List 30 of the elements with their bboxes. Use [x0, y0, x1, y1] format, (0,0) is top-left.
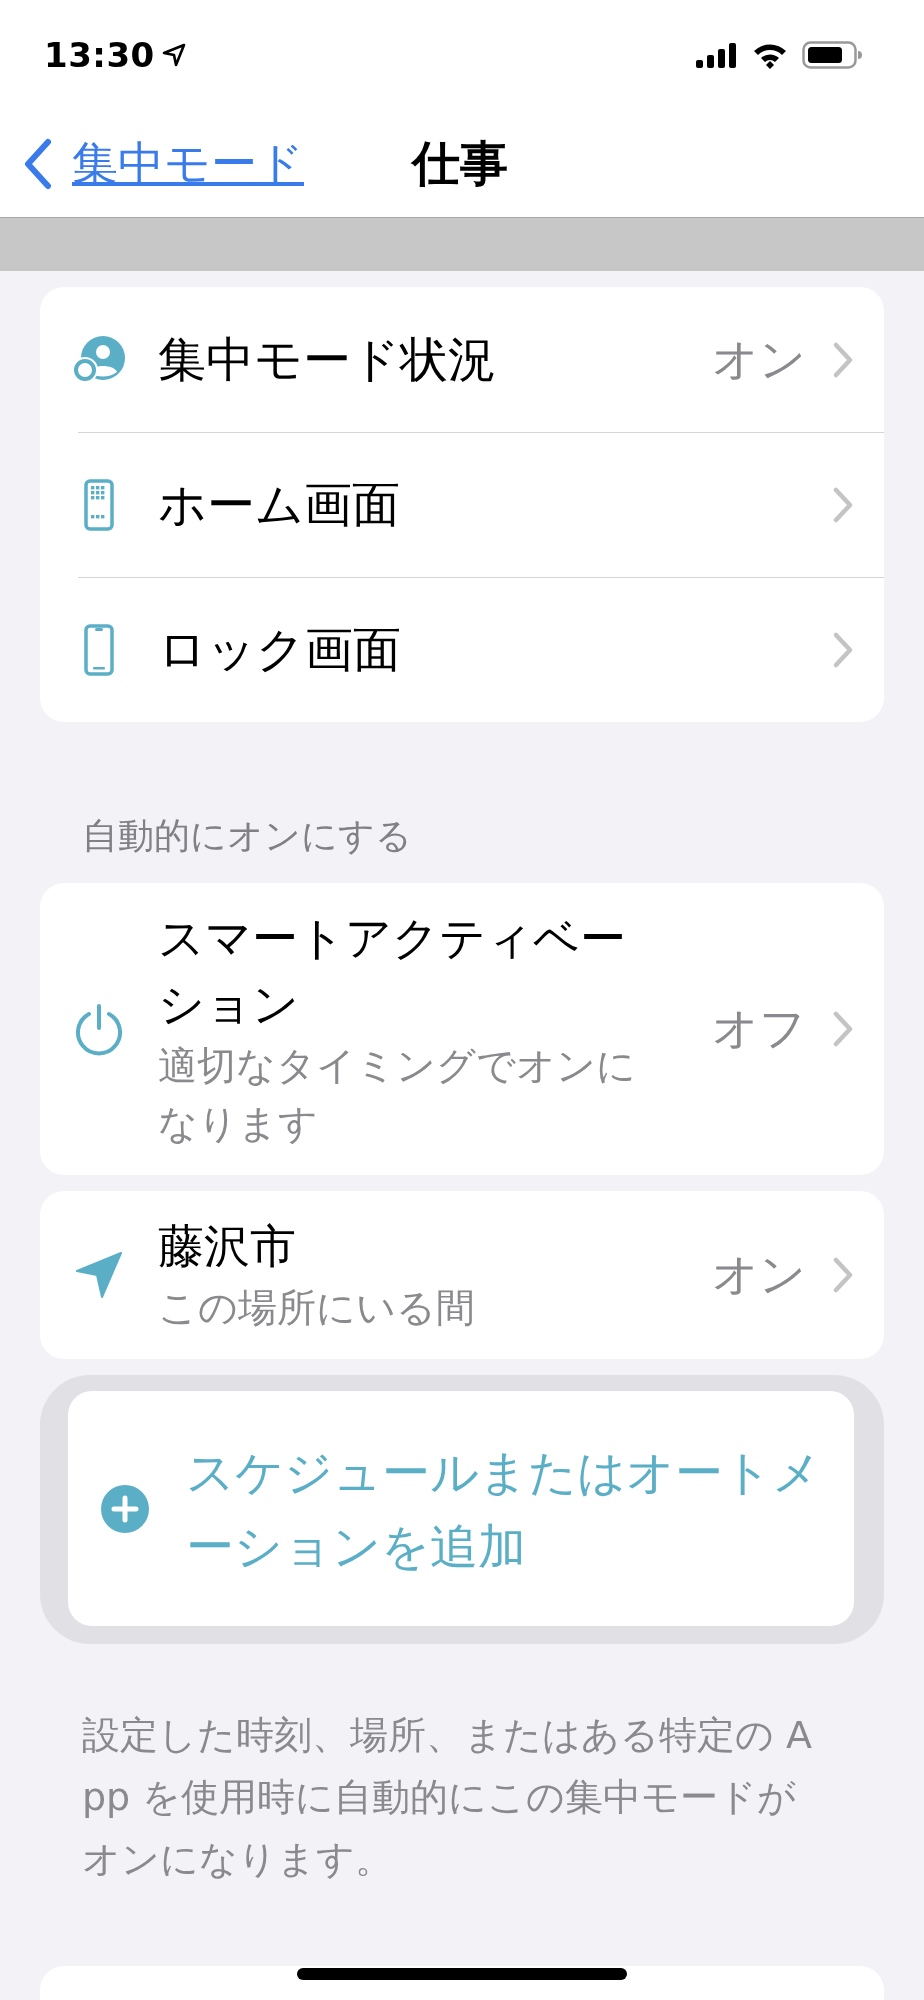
automation-title: 藤沢市 — [158, 1218, 297, 1275]
automation-title: スマートアクティベーション — [158, 910, 627, 1033]
phone-icon — [83, 623, 115, 676]
location-icon — [160, 42, 187, 68]
settings-row[interactable]: 集中モード状況 オン — [40, 287, 884, 432]
screen-title: 仕事 — [412, 133, 508, 193]
location-arrow-icon — [74, 1250, 124, 1300]
automation-subtitle: 適切なタイミングでオンになります — [158, 1042, 637, 1148]
back-link[interactable]: 集中モード — [22, 132, 412, 195]
settings-row[interactable]: ロック画面 — [40, 577, 884, 722]
signal-icon — [696, 42, 738, 68]
back-chevron-icon — [22, 137, 54, 190]
settings-row[interactable]: ホーム画面 — [40, 432, 884, 577]
automation-row[interactable]: スマートアクティベーション 適切なタイミングでオンになります オフ — [40, 883, 884, 1175]
home-screen-icon — [83, 478, 115, 531]
chevron-icon — [832, 485, 854, 524]
chevron-icon — [832, 1256, 854, 1294]
chevron-icon — [832, 1010, 854, 1048]
row-value: オン — [712, 330, 806, 388]
footer-note: 設定した時刻、場所、またはある特定の App を使用時に自動的にこの集中モードがオンになります。 — [82, 1712, 814, 1883]
automation-subtitle: この場所にいる間 — [158, 1284, 476, 1332]
section-header: 自動的にオンにする — [81, 814, 413, 858]
plus-icon — [100, 1483, 150, 1534]
row-value: オフ — [712, 1000, 806, 1057]
chevron-icon — [832, 630, 854, 669]
chevron-icon — [832, 340, 854, 379]
battery-icon — [802, 41, 862, 69]
automation-row[interactable]: 藤沢市 この場所にいる間 オン — [40, 1191, 884, 1359]
status-time: 13:30 — [44, 35, 155, 75]
row-value: オン — [712, 1246, 806, 1303]
